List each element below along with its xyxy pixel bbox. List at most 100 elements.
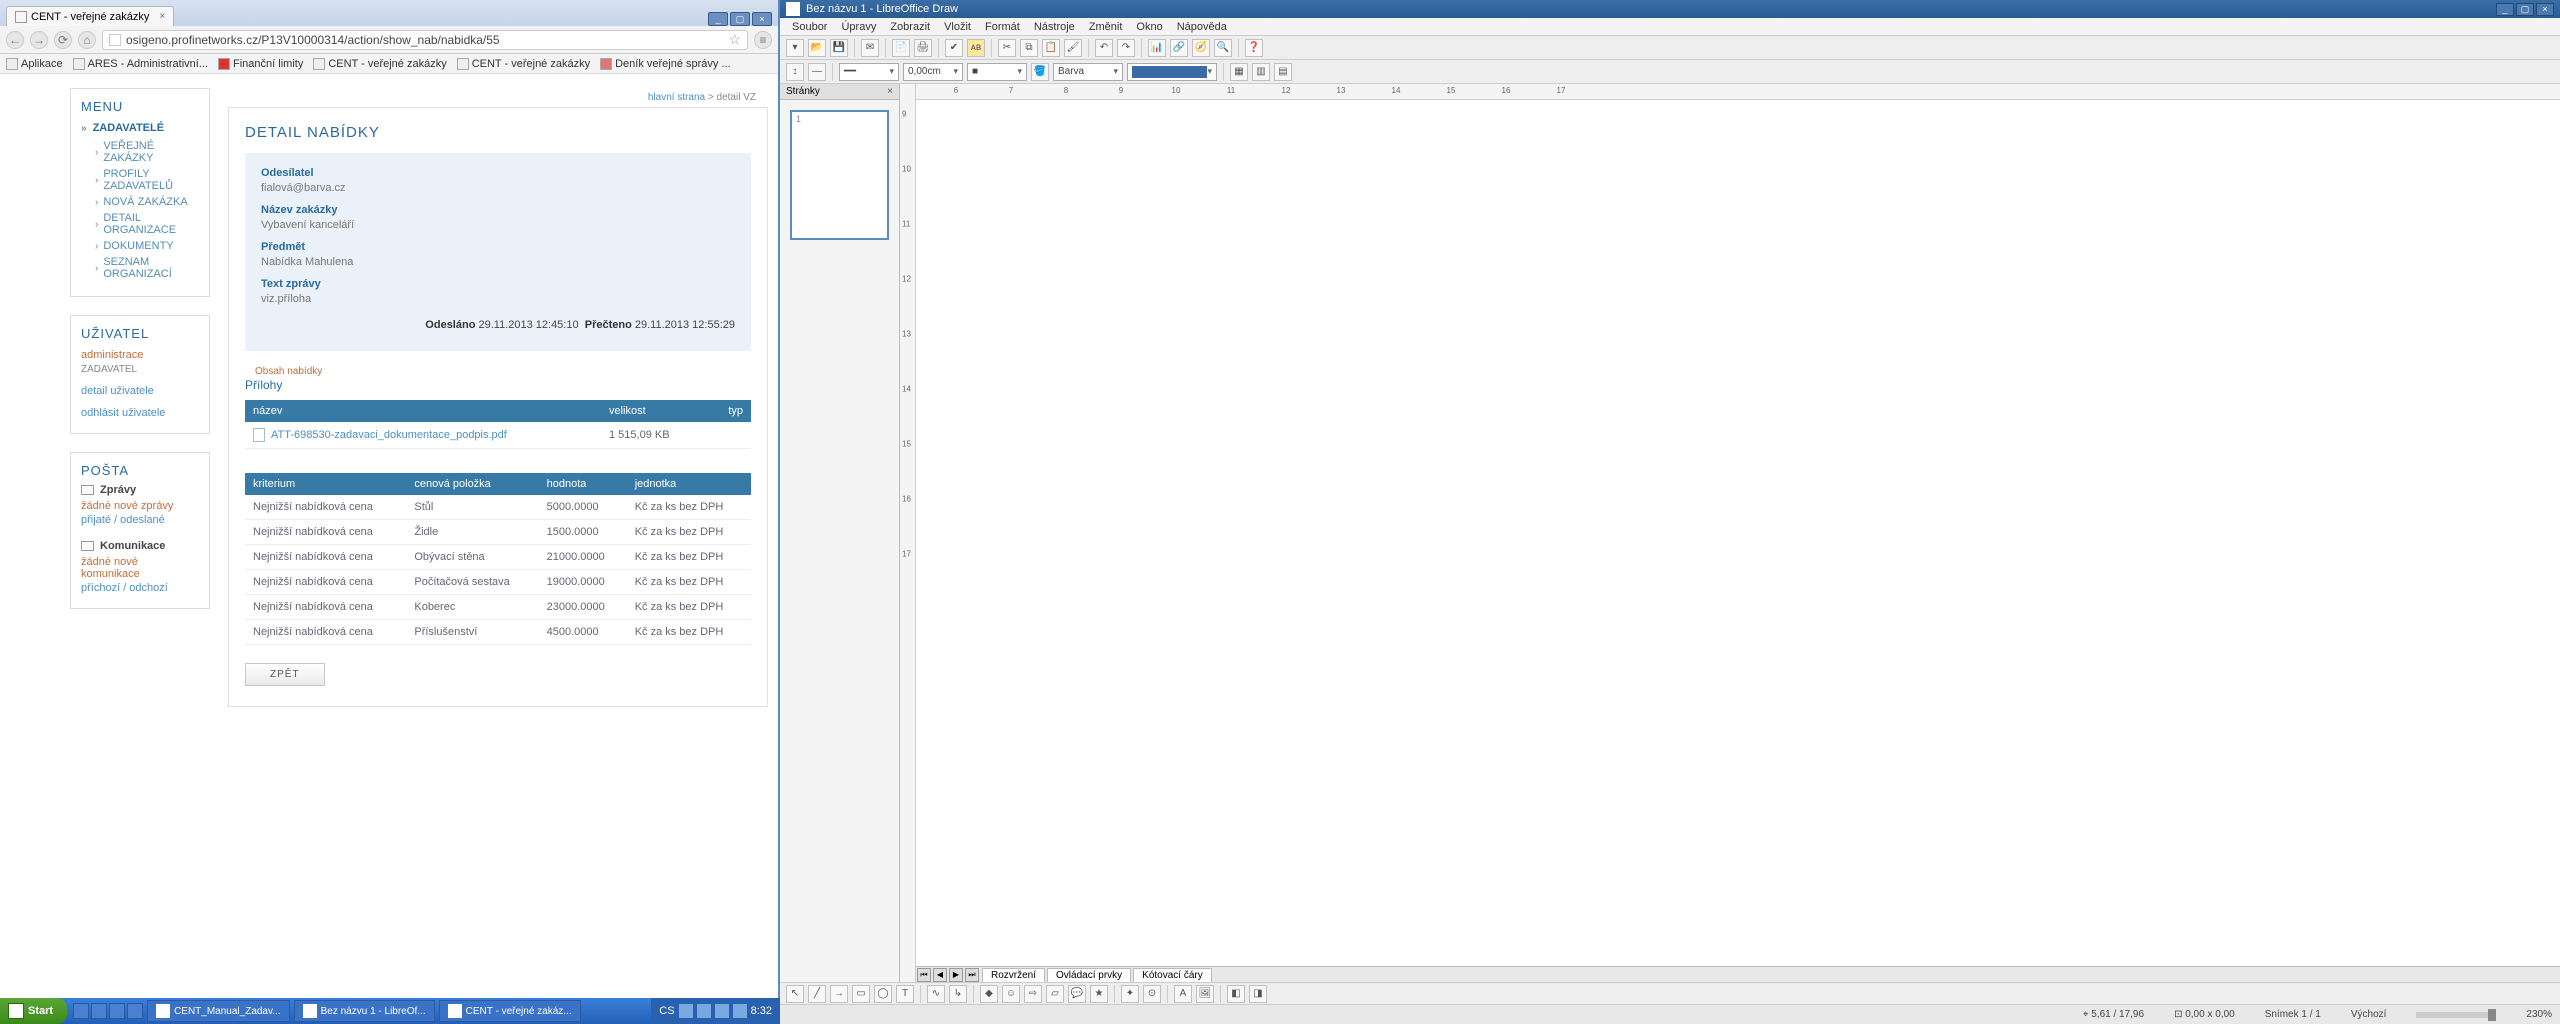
menu-button[interactable]: ≡	[754, 31, 772, 49]
image-icon[interactable]: 🖼	[1196, 985, 1214, 1003]
connector-tool-icon[interactable]: ↳	[949, 985, 967, 1003]
menu-sub-item[interactable]: ›NOVÁ ZAKÁZKA	[95, 194, 199, 210]
menu-sub-item[interactable]: ›DOKUMENTY	[95, 238, 199, 254]
shapes-icon[interactable]: ◆	[980, 985, 998, 1003]
pdf-icon[interactable]: 📄	[892, 39, 910, 57]
bookmark-item[interactable]: Finanční limity	[218, 58, 303, 70]
fontwork-icon[interactable]: A	[1174, 985, 1192, 1003]
curve-tool-icon[interactable]: ∿	[927, 985, 945, 1003]
arrange-icon[interactable]: ▥	[1252, 63, 1270, 81]
menu-view[interactable]: Zobrazit	[884, 21, 936, 33]
arrows-icon[interactable]: ⇨	[1024, 985, 1042, 1003]
bookmark-star-icon[interactable]: ☆	[728, 31, 741, 48]
page-thumbnail[interactable]: 1	[790, 110, 889, 240]
prev-page-button[interactable]: ◀	[933, 968, 947, 982]
mail-icon[interactable]: ✉	[861, 39, 879, 57]
line-width-combo[interactable]: 0,00cm▾	[903, 63, 963, 81]
ql-icon[interactable]	[73, 1003, 89, 1019]
menu-edit[interactable]: Úpravy	[835, 21, 882, 33]
tray-icon[interactable]	[697, 1004, 711, 1018]
close-icon[interactable]: ×	[159, 11, 165, 22]
text-tool-icon[interactable]: T	[896, 985, 914, 1003]
menu-help[interactable]: Nápověda	[1171, 21, 1233, 33]
taskbar-button[interactable]: CENT_Manual_Zadav...	[147, 1000, 290, 1022]
back-button[interactable]: ←	[6, 31, 24, 49]
stars-icon[interactable]: ★	[1090, 985, 1108, 1003]
minimize-button[interactable]: _	[708, 12, 728, 26]
arrow-icon[interactable]: ↕	[786, 63, 804, 81]
symbols-icon[interactable]: ☺	[1002, 985, 1020, 1003]
pointer-icon[interactable]: ↖	[786, 985, 804, 1003]
menu-file[interactable]: Soubor	[786, 21, 833, 33]
bookmark-item[interactable]: Deník veřejné správy ...	[600, 58, 731, 70]
tray-icon[interactable]	[715, 1004, 729, 1018]
arrow-tool-icon[interactable]: →	[830, 985, 848, 1003]
ql-icon[interactable]	[127, 1003, 143, 1019]
home-button[interactable]: ⌂	[78, 31, 96, 49]
user-detail-link[interactable]: detail uživatele	[81, 385, 199, 397]
tray-icon[interactable]	[733, 1004, 747, 1018]
url-input[interactable]: osigeno.profinetworks.cz/P13V10000314/ac…	[102, 30, 748, 50]
help-icon[interactable]: ❓	[1245, 39, 1263, 57]
close-button[interactable]: ×	[2536, 3, 2554, 16]
save-icon[interactable]: 💾	[830, 39, 848, 57]
mail-links[interactable]: přijaté / odeslané	[81, 514, 199, 526]
menu-format[interactable]: Formát	[979, 21, 1026, 33]
3d-icon[interactable]: ◨	[1249, 985, 1267, 1003]
close-icon[interactable]: ×	[887, 86, 893, 97]
menu-sub-item[interactable]: ›DETAIL ORGANIZACE	[95, 210, 199, 238]
chart-icon[interactable]: 📊	[1148, 39, 1166, 57]
flowchart-icon[interactable]: ▱	[1046, 985, 1064, 1003]
menu-sub-item[interactable]: ›SEZNAM ORGANIZACÍ	[95, 254, 199, 282]
line-style-combo[interactable]: ━━ ▾	[839, 63, 899, 81]
extrude-icon[interactable]: ◧	[1227, 985, 1245, 1003]
breadcrumb-link[interactable]: hlavní strana	[648, 92, 705, 103]
forward-button[interactable]: →	[30, 31, 48, 49]
mail-links[interactable]: příchozí / odchozí	[81, 582, 199, 594]
tab-dimension[interactable]: Kótovací čáry	[1133, 968, 1212, 982]
callout-icon[interactable]: 💬	[1068, 985, 1086, 1003]
menu-sub-item[interactable]: ›VEŘEJNÉ ZAKÁZKY	[95, 138, 199, 166]
user-logout-link[interactable]: odhlásit uživatele	[81, 407, 199, 419]
tray-icon[interactable]	[679, 1004, 693, 1018]
bookmark-item[interactable]: Aplikace	[6, 58, 63, 70]
redo-icon[interactable]: ↷	[1117, 39, 1135, 57]
bookmark-item[interactable]: CENT - veřejné zakázky	[457, 58, 590, 70]
points-icon[interactable]: ✦	[1121, 985, 1139, 1003]
rect-tool-icon[interactable]: ▭	[852, 985, 870, 1003]
ql-icon[interactable]	[109, 1003, 125, 1019]
link-icon[interactable]: 🔗	[1170, 39, 1188, 57]
menu-sub-item[interactable]: ›PROFILY ZADAVATELŮ	[95, 166, 199, 194]
new-icon[interactable]: ▾	[786, 39, 804, 57]
fill-icon[interactable]: 🪣	[1031, 63, 1049, 81]
back-button[interactable]: ZPĚT	[245, 663, 325, 686]
lang-indicator[interactable]: CS	[659, 1005, 674, 1017]
print-icon[interactable]: 🖨	[914, 39, 932, 57]
glue-icon[interactable]: ⊙	[1143, 985, 1161, 1003]
copy-icon[interactable]: ⧉	[1020, 39, 1038, 57]
brush-icon[interactable]: 🖌	[1064, 39, 1082, 57]
ql-icon[interactable]	[91, 1003, 107, 1019]
bookmark-item[interactable]: CENT - veřejné zakázky	[313, 58, 446, 70]
zoom-icon[interactable]: 🔍	[1214, 39, 1232, 57]
fill-combo[interactable]: Barva▾	[1053, 63, 1123, 81]
zoom-slider[interactable]	[2416, 1012, 2496, 1018]
minimize-button[interactable]: _	[2496, 3, 2514, 16]
menu-window[interactable]: Okno	[1130, 21, 1168, 33]
abc-icon[interactable]: ᴀʙ	[967, 39, 985, 57]
bookmark-item[interactable]: ARES - Administrativní...	[73, 58, 208, 70]
line-icon[interactable]: —	[808, 63, 826, 81]
menu-top-item[interactable]: »ZADAVATELÉ	[81, 122, 199, 134]
clock[interactable]: 8:32	[751, 1005, 772, 1017]
next-page-button[interactable]: ▶	[949, 968, 963, 982]
tab-controls[interactable]: Ovládací prvky	[1047, 968, 1131, 982]
line-tool-icon[interactable]: ╱	[808, 985, 826, 1003]
undo-icon[interactable]: ↶	[1095, 39, 1113, 57]
maximize-button[interactable]: ▢	[730, 12, 750, 26]
menu-modify[interactable]: Změnit	[1083, 21, 1129, 33]
open-icon[interactable]: 📂	[808, 39, 826, 57]
shadow-icon[interactable]: ▦	[1230, 63, 1248, 81]
menu-tools[interactable]: Nástroje	[1028, 21, 1081, 33]
mail-messages-row[interactable]: Zprávy	[81, 484, 199, 496]
line-color-combo[interactable]: ■▾	[967, 63, 1027, 81]
